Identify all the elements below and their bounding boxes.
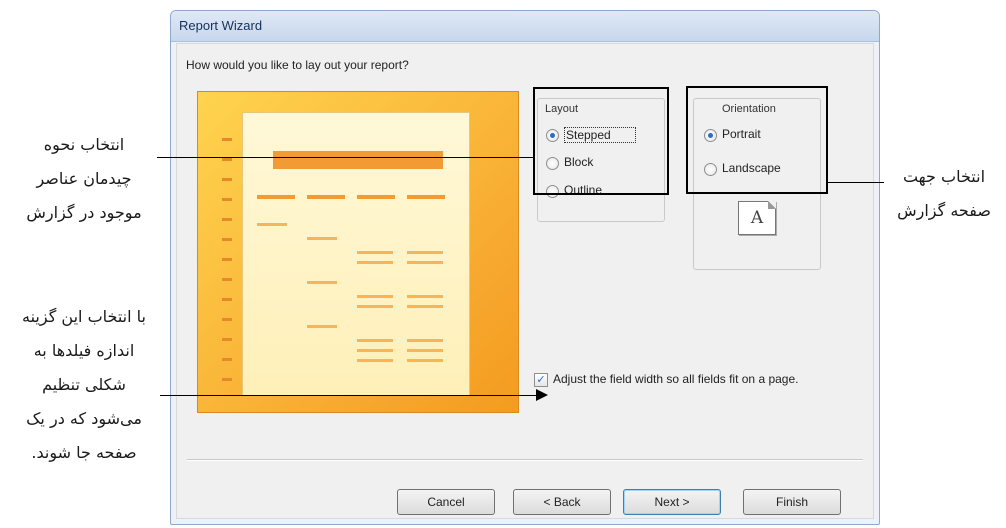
adjust-annotation: با انتخاب این گزینه اندازه فیلدها به شکل… xyxy=(0,300,168,470)
orientation-highlight-box xyxy=(686,86,828,194)
detail-shape xyxy=(407,295,443,298)
group-shape xyxy=(257,223,287,226)
detail-shape xyxy=(357,349,393,352)
layout-preview-image xyxy=(197,91,519,413)
binder-mark xyxy=(222,198,232,201)
title-bar-shape xyxy=(273,151,443,169)
detail-shape xyxy=(357,339,393,342)
binder-mark xyxy=(222,278,232,281)
binder-mark xyxy=(222,258,232,261)
detail-shape xyxy=(357,359,393,362)
annotation-line: می‌شود که در یک xyxy=(26,409,142,428)
adjust-callout-line xyxy=(160,395,538,396)
binder-mark xyxy=(222,298,232,301)
window-title: Report Wizard xyxy=(171,11,879,42)
adjust-field-width-label: Adjust the field width so all fields fit… xyxy=(553,372,799,386)
adjust-field-width-checkbox[interactable]: ✓ xyxy=(534,373,548,387)
binder-mark xyxy=(222,338,232,341)
annotation-line: با انتخاب این گزینه xyxy=(22,307,146,326)
detail-shape xyxy=(357,261,393,264)
layout-annotation: انتخاب نحوه چیدمان عناصر موجود در گزارش xyxy=(0,128,168,230)
orientation-callout-line xyxy=(826,182,884,183)
header-shape xyxy=(407,195,445,199)
header-shape xyxy=(307,195,345,199)
binder-mark xyxy=(222,158,232,161)
detail-shape xyxy=(357,295,393,298)
detail-shape xyxy=(407,261,443,264)
wizard-question: How would you like to lay out your repor… xyxy=(186,58,409,72)
adjust-callout-arrowhead xyxy=(536,389,548,401)
group-shape xyxy=(307,237,337,240)
layout-callout-line xyxy=(157,157,533,158)
orientation-annotation: انتخاب جهت صفحه گزارش xyxy=(882,160,1006,228)
report-page-thumbnail xyxy=(242,112,470,396)
finish-button[interactable]: Finish xyxy=(743,489,841,515)
detail-shape xyxy=(357,251,393,254)
detail-shape xyxy=(357,305,393,308)
detail-shape xyxy=(407,305,443,308)
annotation-line: اندازه فیلدها به xyxy=(33,341,135,360)
annotation-line: انتخاب جهت xyxy=(902,167,986,186)
detail-shape xyxy=(407,251,443,254)
binder-mark xyxy=(222,218,232,221)
layout-highlight-box xyxy=(533,87,669,195)
annotation-line: چیدمان عناصر xyxy=(36,169,132,188)
group-shape xyxy=(307,325,337,328)
detail-shape xyxy=(407,359,443,362)
button-separator xyxy=(187,459,863,461)
binder-mark xyxy=(222,358,232,361)
binder-mark xyxy=(222,318,232,321)
group-shape xyxy=(307,281,337,284)
binder-mark xyxy=(222,178,232,181)
annotation-line: انتخاب نحوه xyxy=(43,135,125,154)
detail-shape xyxy=(407,339,443,342)
annotation-line: شکلی تنظیم xyxy=(42,375,126,394)
page-orientation-icon: A xyxy=(738,201,776,235)
binder-mark xyxy=(222,138,232,141)
binder-mark xyxy=(222,378,232,381)
back-button[interactable]: < Back xyxy=(513,489,611,515)
annotation-line: صفحه گزارش xyxy=(897,201,991,220)
header-shape xyxy=(257,195,295,199)
binder-mark xyxy=(222,238,232,241)
header-shape xyxy=(357,195,395,199)
cancel-button[interactable]: Cancel xyxy=(397,489,495,515)
annotation-line: موجود در گزارش xyxy=(26,203,142,222)
next-button[interactable]: Next > xyxy=(623,489,721,515)
annotation-line: صفحه جا شوند. xyxy=(31,443,137,462)
detail-shape xyxy=(407,349,443,352)
